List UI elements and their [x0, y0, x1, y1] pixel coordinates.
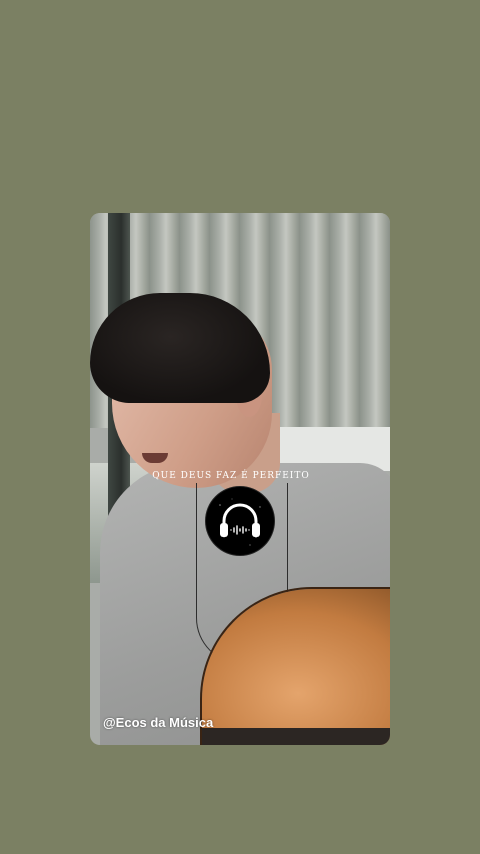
account-handle[interactable]: @Ecos da Música	[103, 715, 213, 730]
guitar-neck	[202, 728, 390, 745]
headphones-icon	[207, 488, 273, 554]
lyric-caption: que Deus faz é perfeito	[90, 471, 390, 481]
music-badge[interactable]	[206, 487, 274, 555]
story-page: que Deus faz é perfeito	[0, 0, 480, 854]
video-frame[interactable]: que Deus faz é perfeito	[90, 213, 390, 745]
lyric-caption-text: que Deus faz é perfeito	[152, 471, 310, 481]
